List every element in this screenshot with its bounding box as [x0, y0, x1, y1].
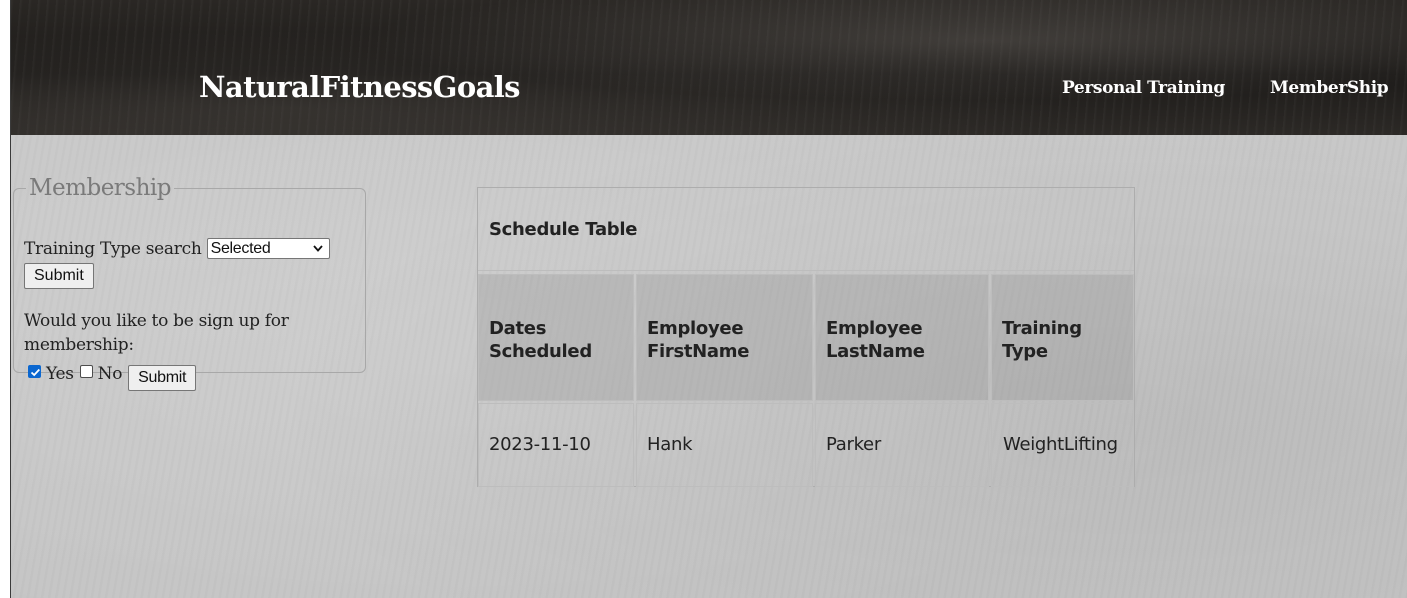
checkmark-icon — [30, 368, 40, 377]
table-cell-training-type: WeightLifting — [991, 403, 1134, 487]
schedule-caption-text: Schedule Table — [489, 219, 638, 240]
site-header: NaturalFitnessGoals Personal Training Me… — [11, 0, 1407, 135]
membership-fieldset: Membership Training Type search Selected… — [13, 175, 366, 391]
table-cell-date: 2023-11-10 — [478, 403, 634, 487]
chevron-down-icon — [312, 244, 323, 252]
no-checkbox[interactable] — [79, 365, 93, 378]
cell-text: Hank — [647, 434, 693, 455]
page-background: NaturalFitnessGoals Personal Training Me… — [10, 0, 1407, 598]
cell-text: Parker — [826, 434, 881, 455]
cell-text: WeightLifting — [1003, 434, 1118, 455]
header-text: Employee FirstName — [647, 318, 750, 362]
training-type-search-row: Training Type search Selected — [24, 237, 330, 259]
table-cell-lastname: Parker — [815, 403, 989, 487]
membership-choice-row: Yes No Submit — [28, 364, 197, 391]
header-employee-lastname: Employee LastName — [815, 274, 989, 401]
header-dates-scheduled: Dates Scheduled — [478, 274, 634, 401]
membership-legend: Membership — [29, 175, 172, 201]
site-brand: NaturalFitnessGoals — [199, 70, 521, 104]
cell-text: 2023-11-10 — [489, 434, 591, 455]
search-submit-button[interactable]: Submit — [24, 263, 94, 289]
membership-question: Would you like to be sign up for members… — [24, 311, 289, 355]
header-text: Dates Scheduled — [489, 318, 592, 362]
no-label: No — [97, 364, 123, 384]
header-employee-firstname: Employee FirstName — [636, 274, 813, 401]
training-type-select[interactable]: Selected — [206, 237, 330, 259]
schedule-caption: Schedule Table — [478, 188, 1134, 271]
nav-personal-training-link[interactable]: Personal Training — [1062, 78, 1225, 98]
header-text: Training Type — [1002, 318, 1082, 362]
header-training-type: Training Type — [991, 274, 1134, 401]
nav-membership-link[interactable]: MemberShip — [1270, 78, 1389, 98]
schedule-table: Schedule Table Dates Scheduled Employee … — [477, 187, 1135, 487]
membership-submit-button[interactable]: Submit — [128, 365, 197, 391]
yes-label: Yes — [46, 364, 74, 384]
header-text: Employee LastName — [826, 318, 925, 362]
table-cell-firstname: Hank — [636, 403, 813, 487]
yes-checkbox[interactable] — [28, 365, 41, 378]
training-type-search-label: Training Type search — [24, 239, 202, 259]
training-type-select-value: Selected — [210, 239, 271, 257]
